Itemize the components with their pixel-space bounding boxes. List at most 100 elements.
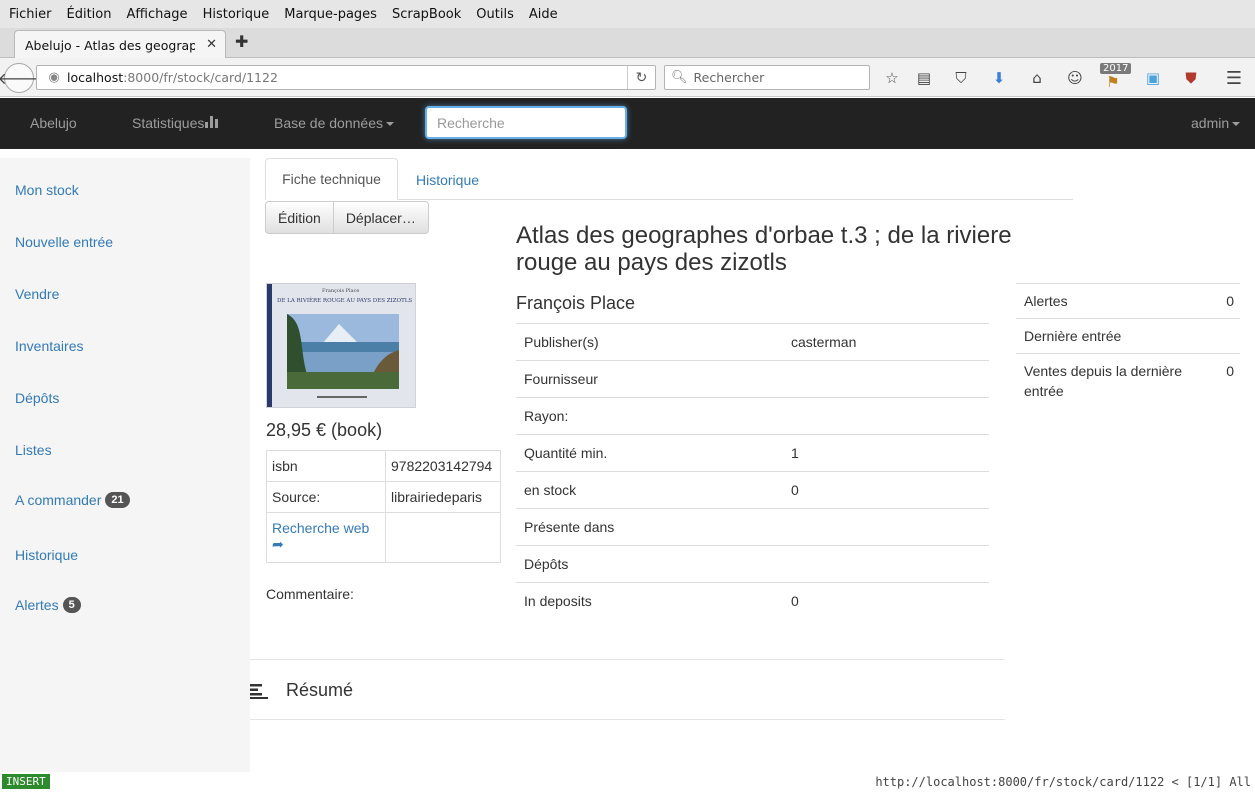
sidebar: Mon stock Nouvelle entrée Vendre Inventa…: [0, 158, 250, 772]
sidebar-item-vendre[interactable]: Vendre: [15, 286, 59, 302]
detail-value: [783, 397, 989, 435]
caret-down-icon: [1232, 122, 1241, 127]
sidebar-item-listes[interactable]: Listes: [15, 442, 52, 458]
menu-outils[interactable]: Outils: [476, 7, 514, 22]
table-row: In deposits 0: [516, 582, 989, 620]
table-row: Publisher(s) casterman: [516, 323, 989, 361]
alert-value: 0: [1210, 353, 1240, 408]
sidebar-item-a-commander[interactable]: A commander 21: [15, 492, 130, 508]
bookmark-star-icon[interactable]: ☆: [882, 68, 902, 88]
statistics-link[interactable]: Statistiques: [132, 115, 219, 131]
home-icon[interactable]: ⌂: [1027, 68, 1047, 88]
sidebar-item-alertes[interactable]: Alertes 5: [15, 597, 81, 613]
action-button-group: Édition Déplacer…: [265, 201, 429, 234]
table-row: Recherche web ➦: [266, 512, 501, 563]
menu-aide[interactable]: Aide: [529, 7, 558, 22]
source-label: Source:: [266, 481, 386, 513]
url-path: :8000/fr/stock/card/1122: [123, 70, 278, 85]
edit-button[interactable]: Édition: [265, 201, 334, 234]
database-dropdown[interactable]: Base de données: [274, 115, 394, 131]
sidebar-item-nouvelle-entree[interactable]: Nouvelle entrée: [15, 234, 113, 250]
sidebar-item-inventaires[interactable]: Inventaires: [15, 338, 83, 354]
table-row: Alertes 0: [1016, 283, 1240, 319]
user-label: admin: [1191, 115, 1230, 131]
app-navbar: Abelujo Statistiques Base de données Rec…: [0, 98, 1255, 149]
web-search-cell: Recherche web ➦: [266, 512, 386, 563]
table-row: Dernière entrée: [1016, 318, 1240, 354]
user-dropdown[interactable]: admin: [1191, 115, 1241, 131]
detail-value: [783, 508, 989, 546]
bar-chart-icon: [205, 116, 219, 128]
brand-link[interactable]: Abelujo: [30, 115, 77, 131]
detail-key: In deposits: [516, 582, 783, 620]
section-divider: [250, 719, 1005, 720]
detail-value: 0: [783, 582, 989, 620]
ublock-shield-icon[interactable]: ⛊: [1181, 68, 1201, 88]
browser-search-input[interactable]: 🔍︎ Rechercher: [664, 65, 870, 90]
table-row: en stock 0: [516, 471, 989, 509]
browser-tab-title: Abelujo - Atlas des geograph…: [25, 37, 195, 53]
detail-value: [783, 545, 989, 583]
sidebar-item-historique[interactable]: Historique: [15, 547, 78, 563]
sidebar-item-mon-stock[interactable]: Mon stock: [15, 182, 79, 198]
tab-historique[interactable]: Historique: [416, 172, 479, 188]
url-bar[interactable]: ◉ localhost:8000/fr/stock/card/1122 ↻: [36, 65, 656, 90]
share-arrow-icon[interactable]: ➦: [272, 536, 284, 552]
detail-key: Présente dans: [516, 508, 783, 546]
reload-icon[interactable]: ↻: [627, 66, 655, 89]
table-row: Présente dans: [516, 508, 989, 546]
cover-author-text: François Place: [322, 288, 360, 294]
source-link[interactable]: librairiedeparis: [385, 481, 501, 513]
browser-menubar: Fichier Édition Affichage Historique Mar…: [0, 0, 1255, 28]
alert-key: Ventes depuis la dernière entrée: [1016, 353, 1210, 408]
identifiers-table: isbn 9782203142794 Source: librairiedepa…: [266, 450, 501, 563]
alerts-table: Alertes 0 Dernière entrée Ventes depuis l…: [1016, 283, 1240, 408]
detail-key: Publisher(s): [516, 323, 783, 361]
hamburger-menu-icon[interactable]: ☰: [1224, 68, 1244, 89]
new-tab-icon[interactable]: ✚: [235, 32, 248, 51]
status-url: http://localhost:8000/fr/stock/card/1122…: [875, 775, 1251, 789]
section-divider: [250, 659, 1005, 660]
menu-marque-pages[interactable]: Marque-pages: [284, 7, 377, 22]
back-arrow-icon[interactable]: 🡐: [0, 63, 40, 93]
book-title: Atlas des geographes d'orbae t.3 ; de la…: [516, 222, 1012, 276]
menu-historique[interactable]: Historique: [203, 7, 270, 22]
resume-section-header[interactable]: Résumé: [250, 680, 353, 701]
download-arrow-icon[interactable]: ⬇: [989, 68, 1009, 88]
detail-key: en stock: [516, 471, 783, 509]
menu-edition[interactable]: Édition: [67, 7, 112, 22]
table-row: Ventes depuis la dernière entrée 0: [1016, 353, 1240, 408]
align-left-icon: [250, 683, 268, 699]
app-search-input[interactable]: Recherche: [425, 106, 627, 139]
cover-title-text: DE LA RIVIÈRE ROUGE AU PAYS DES ZIZOTLS: [277, 298, 413, 304]
detail-key: Fournisseur: [516, 360, 783, 398]
globe-icon: ◉: [48, 70, 60, 85]
close-tab-icon[interactable]: ✕: [206, 37, 217, 52]
extension-s-icon[interactable]: ▣: [1143, 68, 1163, 88]
table-row: Source: librairiedeparis: [266, 481, 501, 513]
isbn-value: 9782203142794: [385, 450, 501, 482]
menu-scrapbook[interactable]: ScrapBook: [392, 7, 461, 22]
publisher-link[interactable]: casterman: [783, 323, 989, 361]
sidebar-item-depots[interactable]: Dépôts: [15, 390, 59, 406]
detail-value: 0: [783, 471, 989, 509]
count-badge: 5: [62, 597, 81, 613]
statistics-label: Statistiques: [132, 115, 205, 131]
chat-smiley-icon[interactable]: ☺: [1065, 68, 1085, 88]
url-host: localhost: [67, 70, 124, 85]
browser-tab[interactable]: Abelujo - Atlas des geograph… ✕: [14, 30, 226, 59]
pocket-icon[interactable]: ⛉: [951, 68, 971, 88]
comment-label: Commentaire:: [266, 586, 354, 602]
table-row: isbn 9782203142794: [266, 450, 501, 482]
menu-fichier[interactable]: Fichier: [9, 7, 52, 22]
extension-calendar-icon[interactable]: ⚑: [1103, 72, 1123, 92]
detail-value: [783, 360, 989, 398]
database-label: Base de données: [274, 115, 383, 131]
web-search-link[interactable]: Recherche web: [272, 520, 369, 536]
reading-list-icon[interactable]: ▤: [914, 68, 934, 88]
move-button[interactable]: Déplacer…: [333, 201, 429, 234]
sidebar-item-label: Alertes: [15, 597, 59, 613]
detail-value: 1: [783, 434, 989, 472]
menu-affichage[interactable]: Affichage: [126, 7, 187, 22]
tab-fiche-technique[interactable]: Fiche technique: [265, 158, 398, 200]
